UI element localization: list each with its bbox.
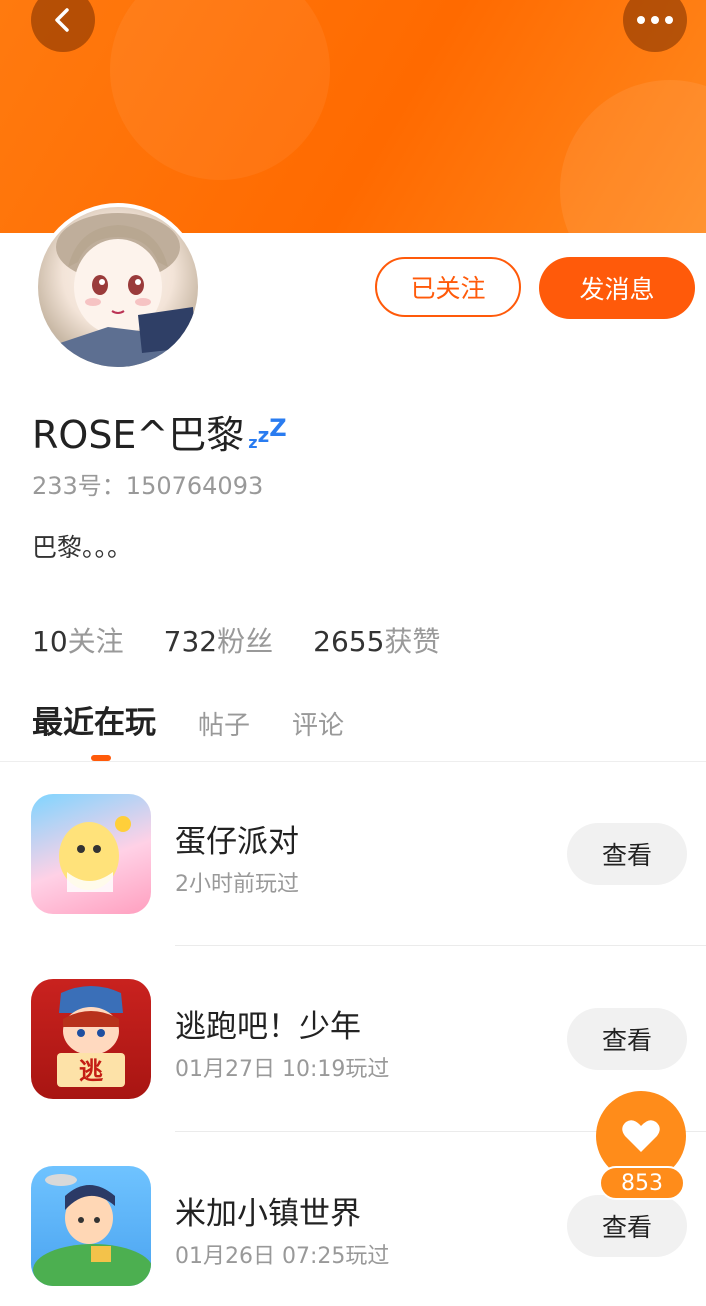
last-played-time: 01月26日 07:25玩过 (175, 1244, 390, 1269)
game-title: 逃跑吧！少年 (175, 1009, 361, 1045)
banner-decoration (560, 80, 706, 233)
divider (175, 945, 706, 946)
stat-number: 2655 (313, 625, 385, 658)
avatar[interactable] (34, 203, 202, 371)
username-row: ROSE^巴黎 zzZ (32, 404, 287, 459)
tab-posts[interactable]: 帖子 (198, 705, 250, 742)
like-count-badge: 853 (599, 1166, 685, 1200)
stat-label: 获赞 (384, 625, 441, 658)
view-button[interactable]: 查看 (567, 823, 687, 885)
avatar-image (38, 207, 198, 367)
chevron-left-icon (55, 8, 69, 32)
game-title: 蛋仔派对 (175, 824, 299, 860)
send-message-button[interactable]: 发消息 (539, 257, 695, 319)
list-item[interactable]: 逃 逃跑吧！少年 01月27日 10:19玩过 查看 (0, 979, 706, 1119)
more-dots-icon (637, 16, 673, 24)
last-played-time: 2小时前玩过 (175, 872, 299, 897)
stat-likes[interactable]: 2655获赞 (313, 620, 440, 660)
view-button[interactable]: 查看 (567, 1008, 687, 1070)
heart-icon (622, 1120, 660, 1152)
user-bio: 巴黎。。。 (32, 533, 133, 562)
tab-recent-games[interactable]: 最近在玩 (32, 697, 156, 742)
zzz-sleep-icon: zzZ (248, 414, 287, 452)
game-title: 米加小镇世界 (175, 1196, 361, 1232)
stat-followers[interactable]: 732粉丝 (164, 620, 273, 660)
last-played-time: 01月27日 10:19玩过 (175, 1057, 390, 1082)
game-icon-eggy-party (31, 794, 151, 914)
list-item[interactable]: 蛋仔派对 2小时前玩过 查看 (0, 794, 706, 934)
user-id: 233号：150764093 (32, 472, 264, 500)
followed-button[interactable]: 已关注 (375, 257, 521, 317)
game-icon-badge-text: 逃 (79, 1057, 103, 1085)
tab-comments[interactable]: 评论 (292, 705, 344, 742)
stat-number: 10 (32, 625, 68, 658)
profile-stats: 10关注 732粉丝 2655获赞 (32, 620, 440, 660)
divider (0, 761, 706, 762)
game-icon-run-boy: 逃 (31, 979, 151, 1099)
profile-banner (0, 0, 706, 233)
banner-decoration (110, 0, 330, 180)
stat-number: 732 (163, 625, 218, 658)
stat-following[interactable]: 10关注 (32, 620, 124, 660)
profile-tabs: 最近在玩 帖子 评论 (32, 697, 386, 742)
stat-label: 关注 (67, 625, 124, 658)
view-button[interactable]: 查看 (567, 1195, 687, 1257)
stat-label: 粉丝 (217, 625, 274, 658)
username: ROSE^巴黎 (32, 413, 245, 457)
game-icon-miga-town (31, 1166, 151, 1286)
